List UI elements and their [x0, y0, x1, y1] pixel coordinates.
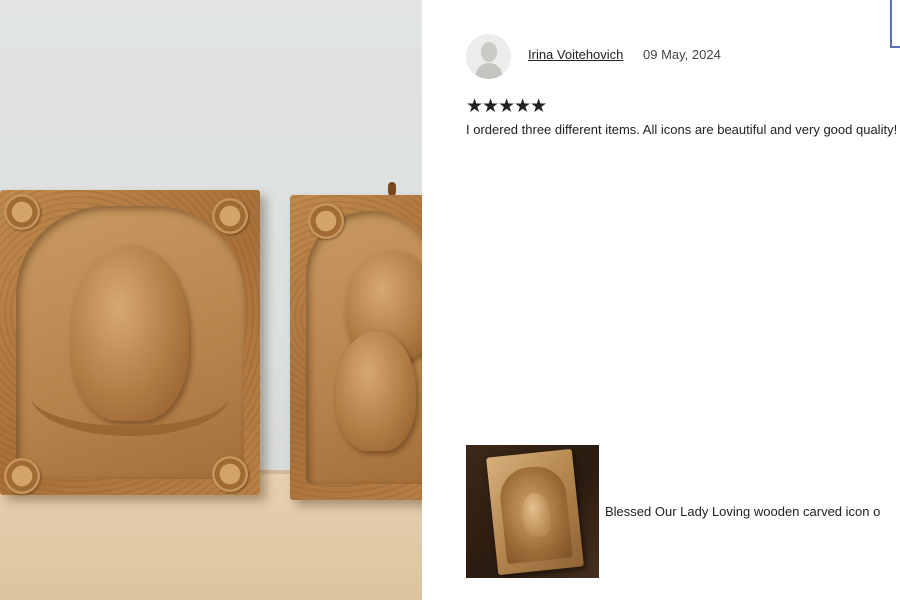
review-photo[interactable] [0, 0, 422, 600]
item-thumbnail[interactable] [466, 445, 599, 578]
reviewer-name-link[interactable]: Irina Voitehovich [528, 46, 623, 63]
item-thumbnail-image [486, 448, 584, 576]
wall-hanger [388, 182, 396, 196]
carved-icon-left [0, 190, 260, 495]
carved-icon-right [290, 195, 422, 500]
star-rating: ★★★★★ [466, 95, 547, 117]
review-page: Irina Voitehovich 09 May, 2024 ★★★★★ I o… [0, 0, 900, 600]
item-title-link[interactable]: Blessed Our Lady Loving wooden carved ic… [605, 503, 900, 520]
panel-corner-border [890, 0, 900, 48]
user-avatar-icon[interactable] [466, 34, 511, 79]
review-text: I ordered three different items. All ico… [466, 122, 898, 137]
review-date: 09 May, 2024 [643, 47, 721, 62]
